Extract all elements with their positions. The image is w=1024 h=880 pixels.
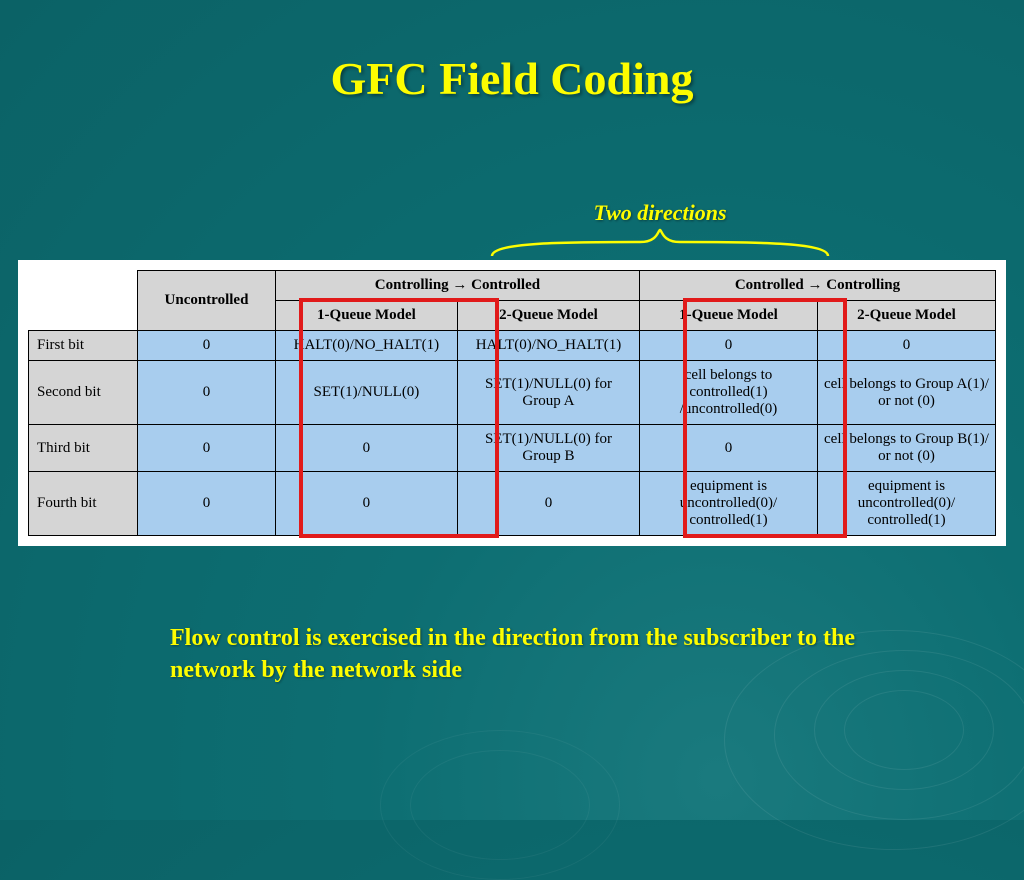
cell: 0	[138, 472, 276, 536]
cell: cell belongs to controlled(1) /uncontrol…	[640, 361, 818, 425]
cell: 0	[138, 331, 276, 361]
cell: 0	[275, 472, 457, 536]
cell: 0	[640, 331, 818, 361]
header-uncontrolled: Uncontrolled	[138, 271, 276, 331]
table-panel: Uncontrolled Controlling → Controlled Co…	[18, 260, 1006, 546]
slide-caption: Flow control is exercised in the directi…	[170, 622, 870, 687]
cell: 0	[138, 425, 276, 472]
header-blank	[29, 271, 138, 331]
cell: 0	[817, 331, 995, 361]
header-d1-1queue: 1-Queue Model	[275, 301, 457, 331]
cell: equipment is uncontrolled(0)/ controlled…	[817, 472, 995, 536]
table-row: Second bit 0 SET(1)/NULL(0) SET(1)/NULL(…	[29, 361, 996, 425]
table-row: First bit 0 HALT(0)/NO_HALT(1) HALT(0)/N…	[29, 331, 996, 361]
cell: cell belongs to Group B(1)/ or not (0)	[817, 425, 995, 472]
table-row: Third bit 0 0 SET(1)/NULL(0) for Group B…	[29, 425, 996, 472]
table-row: Fourth bit 0 0 0 equipment is uncontroll…	[29, 472, 996, 536]
row-label: Second bit	[29, 361, 138, 425]
header-direction-2: Controlled → Controlling	[640, 271, 996, 301]
slide-title: GFC Field Coding	[0, 52, 1024, 105]
cell: 0	[457, 472, 639, 536]
header-d1-2queue: 2-Queue Model	[457, 301, 639, 331]
cell: SET(1)/NULL(0) for Group B	[457, 425, 639, 472]
gfc-table: Uncontrolled Controlling → Controlled Co…	[28, 270, 996, 536]
brace-label: Two directions	[490, 200, 830, 226]
brace-icon	[490, 228, 830, 258]
cell: 0	[275, 425, 457, 472]
cell: 0	[138, 361, 276, 425]
header-d2-1queue: 1-Queue Model	[640, 301, 818, 331]
cell: 0	[640, 425, 818, 472]
row-label: Third bit	[29, 425, 138, 472]
row-label: First bit	[29, 331, 138, 361]
header-d2-2queue: 2-Queue Model	[817, 301, 995, 331]
row-label: Fourth bit	[29, 472, 138, 536]
cell: HALT(0)/NO_HALT(1)	[275, 331, 457, 361]
cell: equipment is uncontrolled(0)/ controlled…	[640, 472, 818, 536]
cell: cell belongs to Group A(1)/ or not (0)	[817, 361, 995, 425]
cell: HALT(0)/NO_HALT(1)	[457, 331, 639, 361]
cell: SET(1)/NULL(0)	[275, 361, 457, 425]
cell: SET(1)/NULL(0) for Group A	[457, 361, 639, 425]
decorative-ripple	[844, 690, 964, 770]
decorative-ripple	[410, 750, 590, 860]
header-direction-1: Controlling → Controlled	[275, 271, 639, 301]
